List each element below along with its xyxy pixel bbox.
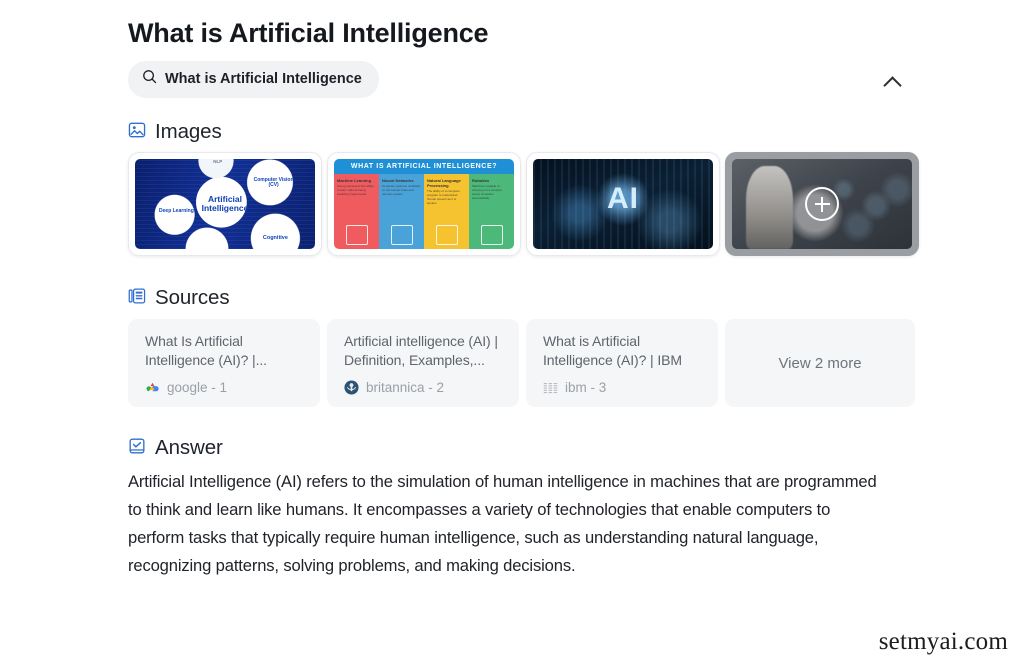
thumb2-column-4-title: Robotics <box>472 178 490 183</box>
thumb3-ai-text: AI <box>607 182 639 216</box>
answer-section: Answer Artificial Intelligence (AI) refe… <box>128 436 918 580</box>
search-icon <box>142 69 157 89</box>
thumb2-column-1-body: Giving computers the ability to learn wi… <box>337 184 374 196</box>
source-card-ibm-meta: ibm - 3 <box>543 380 606 395</box>
ibm-icon <box>543 380 558 395</box>
answer-check-icon <box>128 437 146 460</box>
thumb2-column-2: Neural Networks Computer systems modelle… <box>379 174 424 249</box>
thumb2-heading: WHAT IS ARTIFICIAL INTELLIGENCE? <box>334 159 514 174</box>
images-section: Images NLP Artificial Intelligence Deep … <box>128 120 919 256</box>
images-section-header: Images <box>128 120 918 144</box>
thumb2-column-3-body: The ability of a computer program to und… <box>427 189 460 205</box>
thumb2-column-3: Natural Language Processing The ability … <box>424 174 469 249</box>
thumb1-label-deep-learning: Deep Learning <box>159 208 194 215</box>
source-card-google[interactable]: What Is Artificial Intelligence (AI)? |.… <box>128 319 320 407</box>
watermark: setmyai.com <box>878 628 1008 655</box>
britannica-icon <box>344 380 359 395</box>
thumb2-column-1-title: Machine Learning <box>337 178 372 183</box>
thumb2-column-1-glyph <box>345 225 368 245</box>
source-card-britannica-domain: britannica - 2 <box>366 380 445 395</box>
source-card-ibm-title: What is Artificial Intelligence (AI)? | … <box>543 333 682 368</box>
ai-city-graphic: AI <box>533 159 713 249</box>
image-thumbnail-2-media: WHAT IS ARTIFICIAL INTELLIGENCE? Machine… <box>334 159 514 249</box>
thumb1-label-computer-vision: Computer Vision (CV) <box>253 176 294 189</box>
thumb2-column-1: Machine Learning Giving computers the ab… <box>334 174 379 249</box>
image-thumbnail-3-media: AI <box>533 159 713 249</box>
image-thumbnail-4[interactable] <box>725 152 919 256</box>
thumb2-column-4: Robotics Machines capable of carrying ou… <box>469 174 514 249</box>
page-root: What is Artificial Intelligence What is … <box>0 0 1024 662</box>
sources-section: Sources What Is Artificial Intelligence … <box>128 286 918 407</box>
source-card-google-title: What Is Artificial Intelligence (AI)? |.… <box>145 333 267 368</box>
ai-mindmap-graphic: NLP Artificial Intelligence Deep Learnin… <box>135 159 315 249</box>
thumb2-columns: Machine Learning Giving computers the ab… <box>334 174 514 249</box>
image-thumbnail-3[interactable]: AI <box>526 152 720 256</box>
query-chip-label: What is Artificial Intelligence <box>165 71 362 87</box>
chevron-up-icon <box>882 75 902 95</box>
source-card-britannica[interactable]: Artificial intelligence (AI) | Definitio… <box>327 319 519 407</box>
thumb2-column-3-glyph <box>435 225 458 245</box>
google-cloud-icon <box>145 380 160 395</box>
image-thumbnail-1-media: NLP Artificial Intelligence Deep Learnin… <box>135 159 315 249</box>
source-card-ibm-domain: ibm - 3 <box>565 380 607 395</box>
image-icon <box>128 121 146 144</box>
thumb2-column-2-title: Neural Networks <box>382 178 414 183</box>
images-section-title: Images <box>155 120 222 143</box>
view-more-sources-button[interactable]: View 2 more <box>725 319 915 407</box>
source-card-google-meta: google - 1 <box>145 380 227 395</box>
source-card-google-domain: google - 1 <box>167 380 228 395</box>
thumb1-label-nlp: NLP <box>213 159 223 164</box>
sources-icon <box>128 287 146 310</box>
content-column: What is Artificial Intelligence What is … <box>128 0 919 597</box>
thumb2-column-2-body: Computer systems modelled on the human b… <box>382 184 421 196</box>
image-thumbnail-2[interactable]: WHAT IS ARTIFICIAL INTELLIGENCE? Machine… <box>327 152 521 256</box>
thumb2-column-2-glyph <box>390 225 413 245</box>
image-thumbnail-row: NLP Artificial Intelligence Deep Learnin… <box>128 152 919 256</box>
thumb1-label-cognitive: Cognitive <box>262 234 288 241</box>
thumb2-column-3-title: Natural Language Processing <box>427 178 461 188</box>
source-card-britannica-title: Artificial intelligence (AI) | Definitio… <box>344 333 498 368</box>
image-thumbnail-1[interactable]: NLP Artificial Intelligence Deep Learnin… <box>128 152 322 256</box>
source-card-ibm[interactable]: What is Artificial Intelligence (AI)? | … <box>526 319 718 407</box>
collapse-toggle-button[interactable] <box>878 70 906 96</box>
thumb2-column-4-glyph <box>480 225 503 245</box>
query-chip[interactable]: What is Artificial Intelligence <box>128 61 379 98</box>
answer-body-text: Artificial Intelligence (AI) refers to t… <box>128 472 877 575</box>
answer-section-title: Answer <box>155 436 223 459</box>
ai-infographic-graphic: WHAT IS ARTIFICIAL INTELLIGENCE? Machine… <box>334 159 514 249</box>
plus-icon[interactable] <box>805 187 839 221</box>
source-card-britannica-meta: britannica - 2 <box>344 380 444 395</box>
page-title: What is Artificial Intelligence <box>128 18 489 48</box>
thumb2-column-4-body: Machines capable of carrying out a compl… <box>472 184 503 200</box>
sources-section-header: Sources <box>128 286 918 310</box>
sources-card-row: What Is Artificial Intelligence (AI)? |.… <box>128 319 918 407</box>
sources-section-title: Sources <box>155 286 230 309</box>
thumb1-label-center: Artificial Intelligence <box>201 194 249 214</box>
answer-section-header: Answer <box>128 436 918 460</box>
